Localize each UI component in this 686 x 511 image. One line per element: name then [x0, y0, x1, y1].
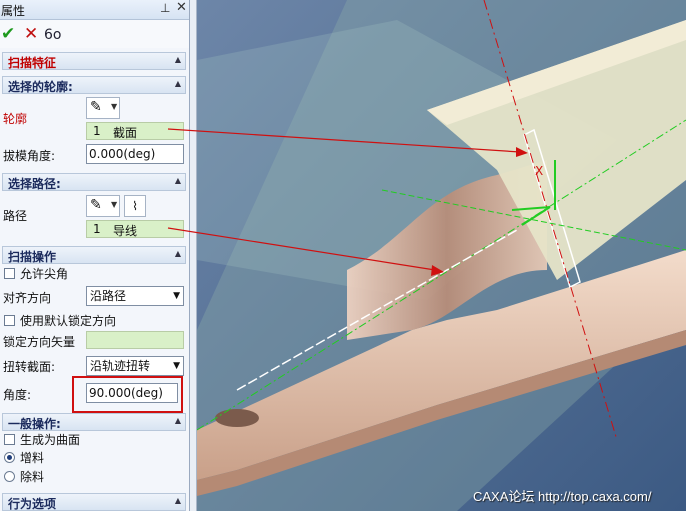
path-callout-arrow [167, 227, 436, 271]
profile-callout-arrow [167, 128, 521, 153]
forum-watermark: CAXA论坛 http://top.caxa.com/ [473, 489, 652, 504]
path-callout-arrowhead [431, 265, 444, 276]
callout-arrows [167, 128, 528, 276]
profile-callout-arrowhead [516, 147, 528, 157]
